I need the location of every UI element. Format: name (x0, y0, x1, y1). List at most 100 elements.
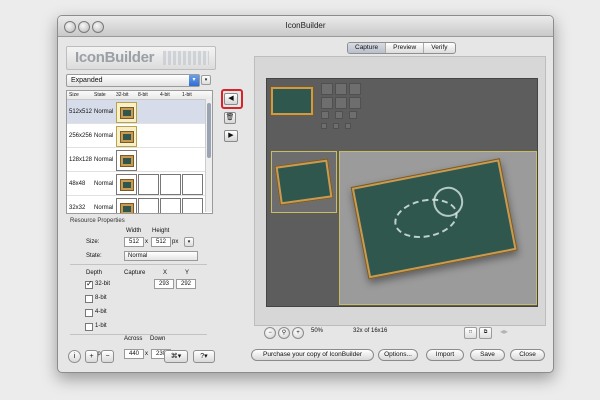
tab-capture[interactable]: Capture (348, 43, 387, 53)
capture-canvas[interactable] (266, 78, 538, 307)
icon-cell-8bit[interactable] (138, 174, 159, 195)
icon-cell-4bit[interactable] (160, 174, 181, 195)
empty-slot (335, 111, 343, 119)
depth-1bit-checkbox[interactable] (85, 323, 93, 331)
capture-y-field[interactable]: 292 (176, 279, 196, 289)
arrow-left-icon: ◀ (228, 95, 234, 102)
tab-preview[interactable]: Preview (386, 43, 425, 53)
empty-slot (321, 83, 333, 95)
close-button[interactable]: Close (510, 349, 545, 361)
state-value: Normal (128, 253, 148, 259)
squares-icon: ⧉ (483, 329, 488, 335)
zoom-in-button[interactable]: + (292, 327, 304, 339)
chalkboard-thumbnail (120, 131, 134, 143)
logo-text: IconBuilder (75, 49, 155, 66)
size-menu-button[interactable]: ▾ (184, 237, 194, 247)
zoom-out-button[interactable]: − (264, 327, 276, 339)
plus-icon: + (89, 353, 94, 360)
row-size: 256x256 (69, 133, 93, 139)
multi-view-button[interactable]: ⧉ (479, 327, 492, 339)
minus-icon: − (105, 353, 110, 360)
move-left-button[interactable]: ◀ (224, 93, 238, 105)
size-label: Size: (86, 239, 100, 245)
table-row[interactable]: 32x32 Normal (67, 196, 205, 213)
zoom-actual-button[interactable]: ⚲ (278, 327, 290, 339)
empty-slot (321, 123, 327, 129)
state-label: State: (86, 253, 102, 259)
height-label: Height (152, 228, 170, 234)
logo-pattern-icon (163, 51, 209, 65)
save-button[interactable]: Save (470, 349, 505, 361)
command-menu-button[interactable]: ⌘▾ (164, 350, 188, 363)
chevron-updown-icon: ▾ (189, 75, 199, 86)
iconbuilder-logo: IconBuilder (66, 46, 216, 70)
view-tabs: Capture Preview Verify (347, 42, 456, 54)
state-dropdown[interactable]: Normal (124, 251, 198, 261)
depth-4bit-label: 4-bit (95, 309, 107, 315)
left-toolbar: i + − ⌘▾ ?▾ (68, 350, 218, 363)
depth-4bit-checkbox[interactable] (85, 309, 93, 317)
capture-x-field[interactable]: 293 (154, 279, 174, 289)
icon-cell-4bit[interactable] (160, 198, 181, 213)
empty-slot (349, 83, 361, 95)
row-state: Normal (94, 181, 114, 187)
title-bar: IconBuilder (58, 16, 553, 37)
options-button[interactable]: Options... (378, 349, 418, 361)
nudge-arrows-icon[interactable]: ◂▸ (500, 327, 508, 336)
tab-verify[interactable]: Verify (424, 43, 454, 53)
chalkboard-image-large (350, 158, 518, 280)
row-state: Normal (94, 109, 114, 115)
capture-label: Capture (124, 270, 146, 276)
icon-cell-32bit[interactable] (116, 198, 137, 213)
table-row[interactable]: 512x512 Normal (67, 100, 205, 124)
col-4bit: 4-bit (160, 92, 170, 98)
import-button[interactable]: Import (426, 349, 464, 361)
add-button[interactable]: + (85, 350, 98, 363)
empty-slot (349, 97, 361, 109)
empty-slot (335, 83, 347, 95)
variant-dropdown-value: Expanded (71, 77, 103, 84)
table-scrollbar[interactable] (205, 99, 212, 212)
arrow-right-icon: ▶ (228, 132, 234, 139)
icon-cell-1bit[interactable] (182, 198, 203, 213)
chalkboard-thumbnail (120, 203, 134, 213)
col-state: State (94, 92, 106, 98)
icon-cell-32bit[interactable] (116, 174, 137, 195)
width-field[interactable]: 512 (124, 237, 144, 247)
table-row[interactable]: 128x128 Normal (67, 148, 205, 172)
empty-slot (349, 111, 357, 119)
resource-properties: Resource Properties Width Height Size: 5… (66, 218, 211, 348)
single-view-button[interactable]: □ (464, 327, 477, 339)
remove-button[interactable]: − (101, 350, 114, 363)
variant-menu-button[interactable]: ▾ (201, 75, 211, 85)
depth-1bit-label: 1-bit (95, 323, 107, 329)
icon-cell-32bit[interactable] (116, 102, 137, 123)
width-label: Width (126, 228, 142, 234)
variant-dropdown[interactable]: Expanded ▾ (66, 74, 200, 87)
table-header: Size State 32-bit 8-bit 4-bit 1-bit (67, 91, 212, 100)
checkmark-icon: ✓ (86, 279, 93, 288)
depth-8bit-checkbox[interactable] (85, 295, 93, 303)
help-menu-button[interactable]: ?▾ (193, 350, 215, 363)
info-button[interactable]: i (68, 350, 81, 363)
icon-cell-8bit[interactable] (138, 198, 159, 213)
table-row[interactable]: 48x48 Normal (67, 172, 205, 196)
depth-label: Depth (86, 270, 103, 276)
properties-title: Resource Properties (70, 218, 125, 224)
row-state: Normal (94, 133, 114, 139)
depth-32bit-checkbox[interactable]: ✓ (85, 279, 93, 289)
icon-cell-32bit[interactable] (116, 126, 137, 147)
scrollbar-thumb[interactable] (207, 103, 211, 158)
table-row[interactable]: 256x256 Normal (67, 124, 205, 148)
empty-slot (335, 97, 347, 109)
zoom-controls: − ⚲ + 50% 32x of 16x16 □ ⧉ ◂▸ (264, 327, 544, 339)
delete-button[interactable]: 🗑 (224, 112, 236, 124)
move-right-button[interactable]: ▶ (224, 130, 238, 142)
purchase-button[interactable]: Purchase your copy of IconBuilder (251, 349, 374, 361)
divider (70, 334, 207, 335)
height-field[interactable]: 512 (151, 237, 171, 247)
empty-slot (345, 123, 351, 129)
row-size: 128x128 (69, 157, 93, 163)
icon-cell-1bit[interactable] (182, 174, 203, 195)
icon-cell-32bit[interactable] (116, 150, 137, 171)
